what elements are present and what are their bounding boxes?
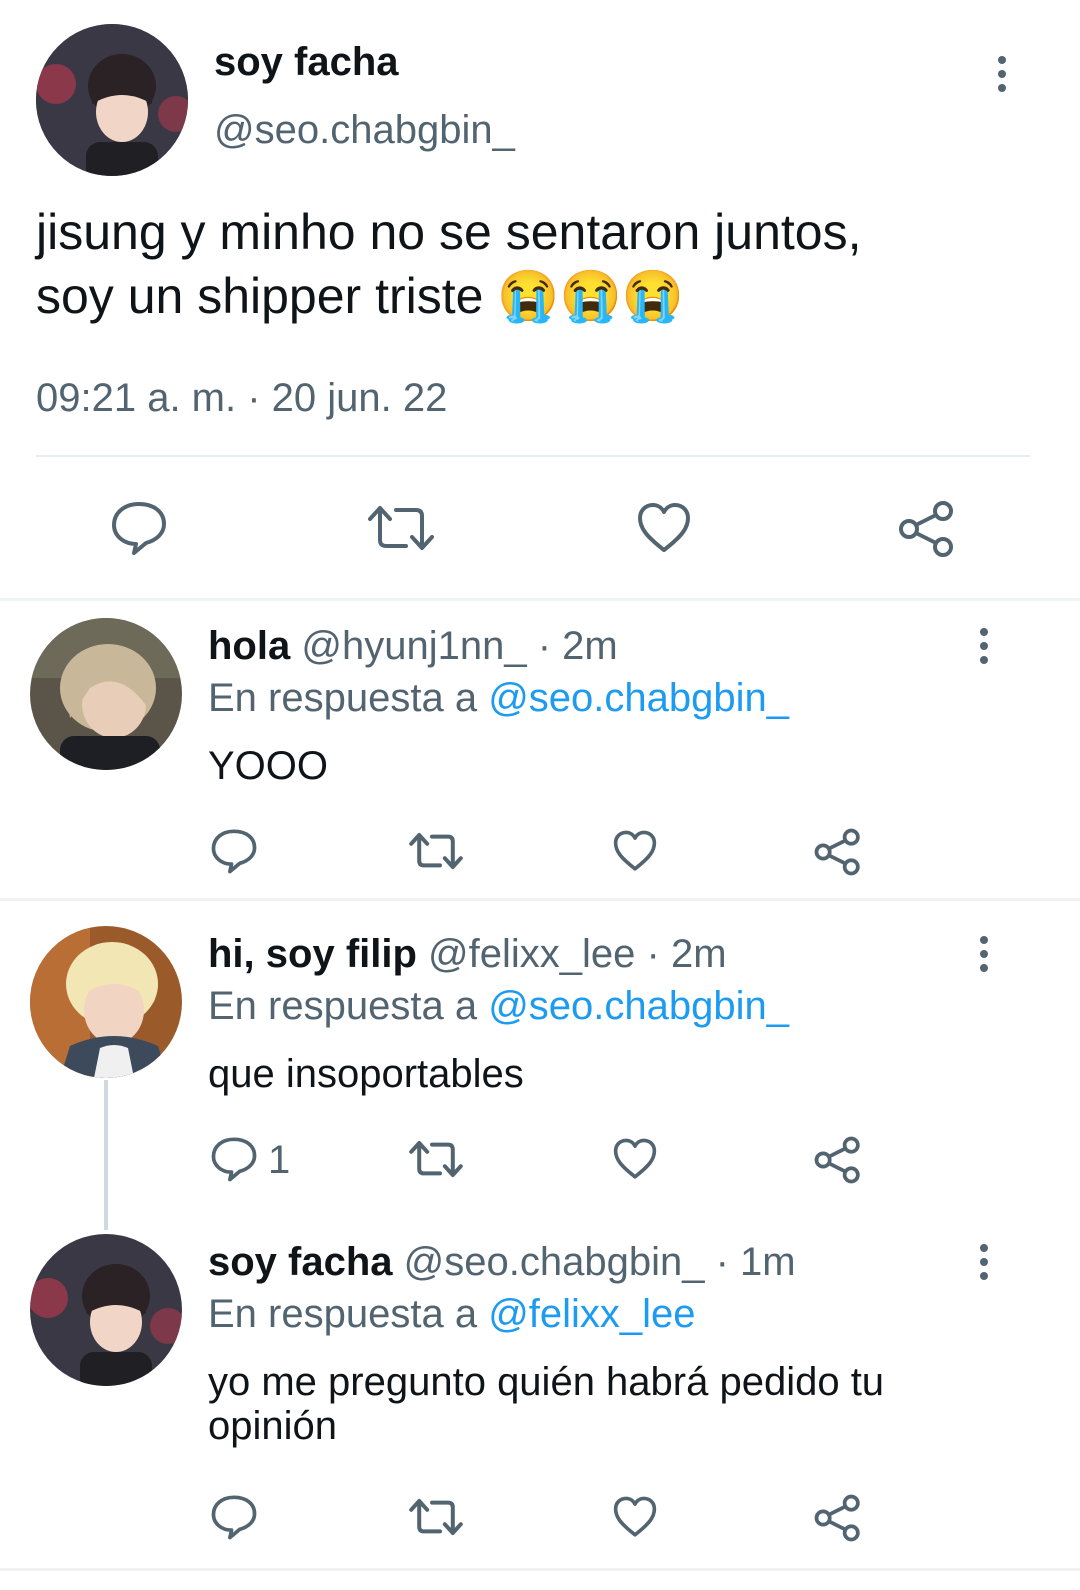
tweet-text-line-1: jisung y minho no se sentaron juntos, <box>36 204 862 260</box>
tweet-timestamp[interactable]: 09:21 a. m. · 20 jun. 22 <box>36 376 447 421</box>
like-icon[interactable] <box>612 1138 658 1180</box>
share-icon[interactable] <box>898 500 956 558</box>
author-handle[interactable]: @seo.chabgbin_ <box>214 108 515 153</box>
avatar[interactable] <box>30 926 182 1078</box>
reply-header: soy facha @seo.chabgbin_ · 1m <box>208 1240 796 1285</box>
avatar[interactable] <box>30 1234 182 1386</box>
author-handle[interactable]: @seo.chabgbin_ <box>404 1240 705 1284</box>
mention-link[interactable]: @felixx_lee <box>488 1292 695 1336</box>
retweet-icon[interactable] <box>408 1138 464 1180</box>
reply-text-line-2: opinión <box>208 1404 338 1448</box>
section-divider <box>0 598 1080 601</box>
more-options-icon[interactable] <box>998 56 1006 98</box>
retweet-icon[interactable] <box>408 830 464 872</box>
author-handle[interactable]: @felixx_lee <box>428 932 635 976</box>
reply-text: YOOO <box>208 744 329 788</box>
reply-time: · 2m <box>537 624 618 668</box>
reply-icon[interactable] <box>210 828 258 874</box>
replying-to: En respuesta a @seo.chabgbin_ <box>208 984 790 1028</box>
share-icon[interactable] <box>814 828 862 876</box>
share-icon[interactable] <box>814 1494 862 1542</box>
reply-count: 1 <box>268 1138 291 1182</box>
author-name[interactable]: soy facha <box>208 1240 393 1284</box>
more-options-icon[interactable] <box>980 628 988 670</box>
avatar[interactable] <box>30 618 182 770</box>
reply-icon[interactable] <box>110 500 168 556</box>
crying-emoji: 😭😭😭 <box>497 268 685 324</box>
retweet-icon[interactable] <box>366 502 436 554</box>
author-name[interactable]: hola <box>208 624 290 668</box>
more-options-icon[interactable] <box>980 936 988 978</box>
reply-header: hi, soy filip @felixx_lee · 2m <box>208 932 727 977</box>
replying-to: En respuesta a @felixx_lee <box>208 1292 696 1336</box>
reply-text-line-1: yo me pregunto quién habrá pedido tu <box>208 1360 885 1404</box>
reply-text: yo me pregunto quién habrá pedido tu opi… <box>208 1360 884 1448</box>
retweet-icon[interactable] <box>408 1496 464 1538</box>
author-name[interactable]: soy facha <box>214 40 399 85</box>
reply-icon[interactable] <box>210 1494 258 1540</box>
like-icon[interactable] <box>612 830 658 872</box>
author-handle[interactable]: @hyunj1nn_ <box>301 624 526 668</box>
reply-header: hola @hyunj1nn_ · 2m <box>208 624 618 669</box>
section-divider <box>0 1568 1080 1571</box>
divider <box>36 455 1030 457</box>
tweet-text: jisung y minho no se sentaron juntos, so… <box>36 200 1046 328</box>
reply-time: · 1m <box>715 1240 796 1284</box>
reply-time: · 2m <box>646 932 727 976</box>
thread-line <box>104 1080 108 1230</box>
mention-link[interactable]: @seo.chabgbin_ <box>488 676 789 720</box>
tweet-text-line-2: soy un shipper triste 😭😭😭 <box>36 268 685 324</box>
section-divider <box>0 898 1080 901</box>
mention-link[interactable]: @seo.chabgbin_ <box>488 984 789 1028</box>
reply-icon[interactable] <box>210 1136 258 1182</box>
replying-to: En respuesta a @seo.chabgbin_ <box>208 676 790 720</box>
more-options-icon[interactable] <box>980 1244 988 1286</box>
reply-text: que insoportables <box>208 1052 524 1096</box>
author-name[interactable]: hi, soy filip <box>208 932 417 976</box>
like-icon[interactable] <box>636 502 692 554</box>
avatar[interactable] <box>36 24 188 176</box>
share-icon[interactable] <box>814 1136 862 1184</box>
like-icon[interactable] <box>612 1496 658 1538</box>
